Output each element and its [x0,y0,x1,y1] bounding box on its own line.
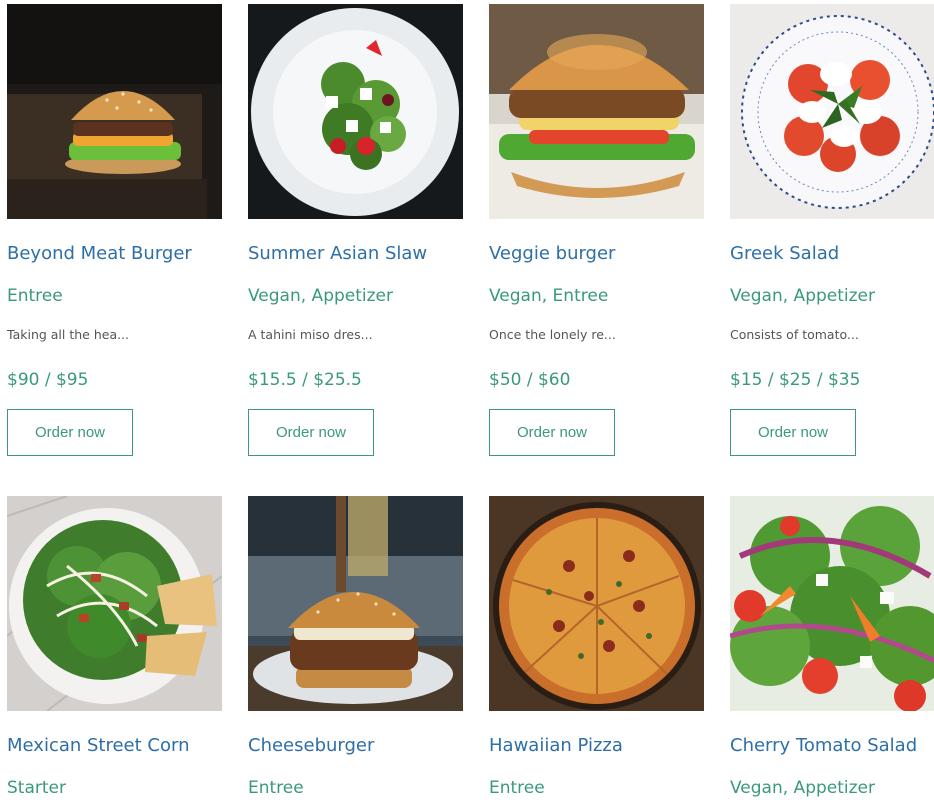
product-title[interactable]: Hawaiian Pizza [489,734,704,758]
product-price: $15.5 / $25.5 [248,370,362,390]
product-grid: Beyond Meat Burger Entree Taking all the… [7,4,934,800]
product-category[interactable]: Vegan, Entree [489,284,704,308]
product-image[interactable] [248,496,463,711]
product-category[interactable]: Vegan, Appetizer [730,776,934,800]
product-description: Taking all the hea... [7,327,130,342]
product-card: Summer Asian Slaw Vegan, Appetizer A tah… [248,4,463,456]
product-card: Cheeseburger Entree [248,496,463,800]
product-image[interactable] [730,4,934,219]
product-card: Greek Salad Vegan, Appetizer Consists of… [730,4,934,456]
burger-icon [489,4,704,219]
burger-icon [248,496,463,711]
product-title[interactable]: Summer Asian Slaw [248,242,463,266]
product-card: Hawaiian Pizza Entree [489,496,704,800]
product-title[interactable]: Cheeseburger [248,734,463,758]
product-card: Beyond Meat Burger Entree Taking all the… [7,4,222,456]
product-image[interactable] [7,496,222,711]
product-category[interactable]: Starter [7,776,222,800]
salad-icon [730,496,934,711]
pizza-icon [489,496,704,711]
product-price: $15 / $25 / $35 [730,370,861,390]
product-image[interactable] [489,4,704,219]
product-category[interactable]: Entree [7,284,222,308]
order-now-button[interactable]: Order now [248,409,374,456]
product-image[interactable] [7,4,222,219]
product-category[interactable]: Entree [489,776,704,800]
salad-icon [730,4,934,219]
product-title[interactable]: Beyond Meat Burger [7,242,222,266]
product-image[interactable] [489,496,704,711]
product-category[interactable]: Vegan, Appetizer [730,284,934,308]
product-title[interactable]: Veggie burger [489,242,704,266]
product-price: $90 / $95 [7,370,89,390]
product-title[interactable]: Cherry Tomato Salad [730,734,934,758]
product-image[interactable] [248,4,463,219]
product-description: Once the lonely re... [489,327,616,342]
order-now-button[interactable]: Order now [7,409,133,456]
product-category[interactable]: Entree [248,776,463,800]
product-title[interactable]: Greek Salad [730,242,934,266]
product-card: Mexican Street Corn Starter [7,496,222,800]
burger-icon [7,4,222,219]
product-title[interactable]: Mexican Street Corn [7,734,222,758]
salad-icon [7,496,222,711]
product-image[interactable] [730,496,934,711]
product-card: Veggie burger Vegan, Entree Once the lon… [489,4,704,456]
product-price: $50 / $60 [489,370,571,390]
product-category[interactable]: Vegan, Appetizer [248,284,463,308]
order-now-button[interactable]: Order now [730,409,856,456]
product-description: A tahini miso dres... [248,327,373,342]
product-description: Consists of tomato... [730,327,859,342]
product-card: Cherry Tomato Salad Vegan, Appetizer [730,496,934,800]
salad-icon [248,4,463,219]
order-now-button[interactable]: Order now [489,409,615,456]
